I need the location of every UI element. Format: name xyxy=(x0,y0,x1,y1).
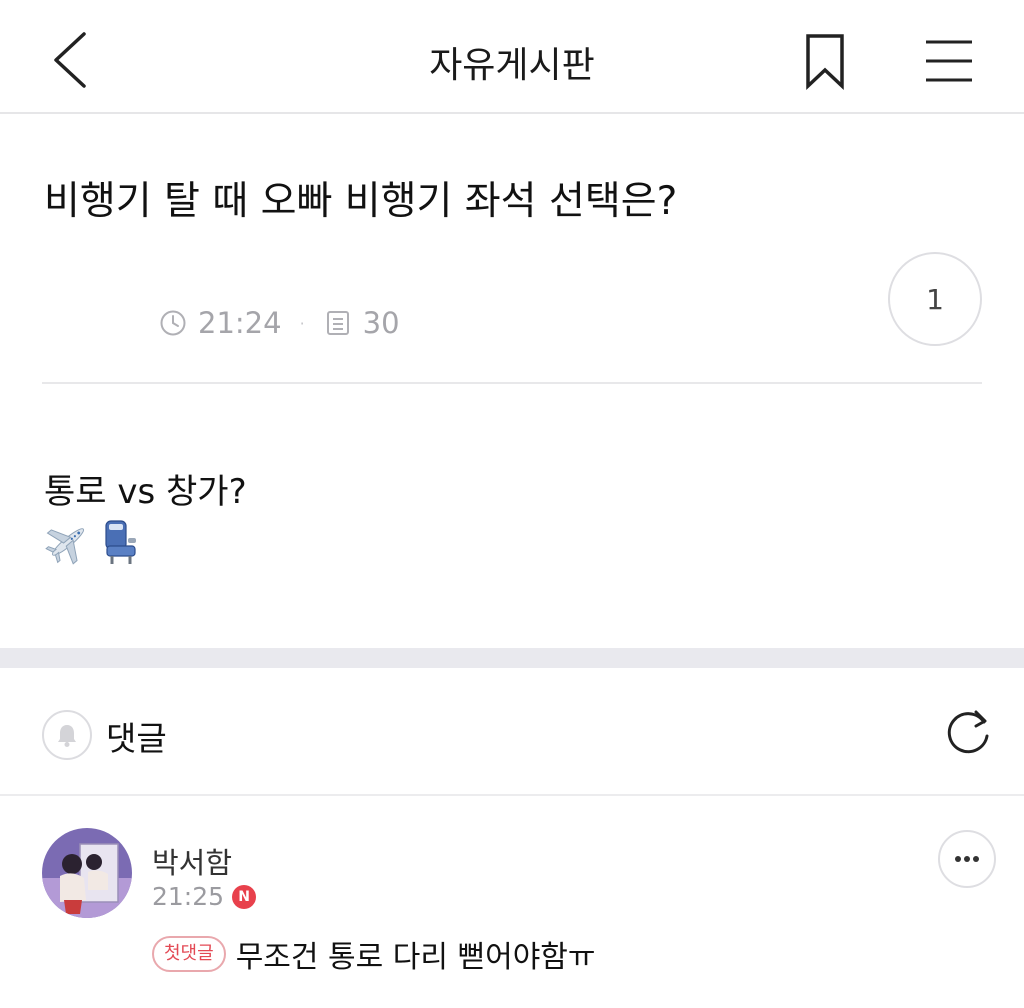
comments-header: 댓글 xyxy=(0,668,1024,796)
back-button[interactable] xyxy=(40,28,100,92)
view-count: 30 xyxy=(362,306,400,340)
menu-button[interactable] xyxy=(918,34,980,88)
like-count: 1 xyxy=(926,282,944,316)
notification-toggle[interactable] xyxy=(42,710,92,760)
comments-label: 댓글 xyxy=(106,719,167,758)
chevron-left-icon xyxy=(54,32,86,88)
comment-text: 무조건 통로 다리 뻗어야함ㅠ xyxy=(235,940,596,975)
seat-emoji xyxy=(105,520,136,564)
like-count-button[interactable]: 1 xyxy=(888,252,982,346)
comment-author[interactable]: 박서함 xyxy=(152,840,232,882)
page-title: 자유게시판 xyxy=(429,45,595,86)
top-nav-bar: 자유게시판 xyxy=(0,0,1024,114)
post-meta: 21:24 · 30 xyxy=(158,304,400,342)
meta-separator: · xyxy=(299,313,305,333)
view-count-icon xyxy=(323,308,353,338)
bookmark-button[interactable] xyxy=(796,30,854,92)
comment-meta: 21:25 N xyxy=(152,882,257,911)
comment-body: 첫댓글 무조건 통로 다리 뻗어야함ㅠ xyxy=(152,932,596,976)
post-body-text: 통로 vs 창가? xyxy=(44,472,247,512)
emoji-row xyxy=(44,518,142,566)
refresh-icon xyxy=(947,710,989,754)
new-badge: N xyxy=(232,884,257,909)
bell-icon xyxy=(58,725,76,747)
first-comment-badge: 첫댓글 xyxy=(152,936,226,972)
comment-item: 박서함 21:25 N 첫댓글 무조건 통로 다리 뻗어야함ㅠ xyxy=(0,798,1024,1008)
clock-icon xyxy=(158,308,188,338)
post-title: 비행기 탈 때 오빠 비행기 좌석 선택은? xyxy=(44,179,678,224)
comment-more-button[interactable] xyxy=(938,830,996,888)
post-time: 21:24 xyxy=(198,306,282,340)
bookmark-icon xyxy=(806,34,844,91)
avatar[interactable] xyxy=(42,828,132,918)
section-separator xyxy=(0,648,1024,668)
more-dots-icon xyxy=(955,856,979,862)
divider xyxy=(42,382,982,384)
airplane-emoji xyxy=(45,528,85,565)
comment-time: 21:25 xyxy=(152,882,225,911)
refresh-button[interactable] xyxy=(940,706,996,762)
hamburger-menu-icon xyxy=(926,40,972,82)
